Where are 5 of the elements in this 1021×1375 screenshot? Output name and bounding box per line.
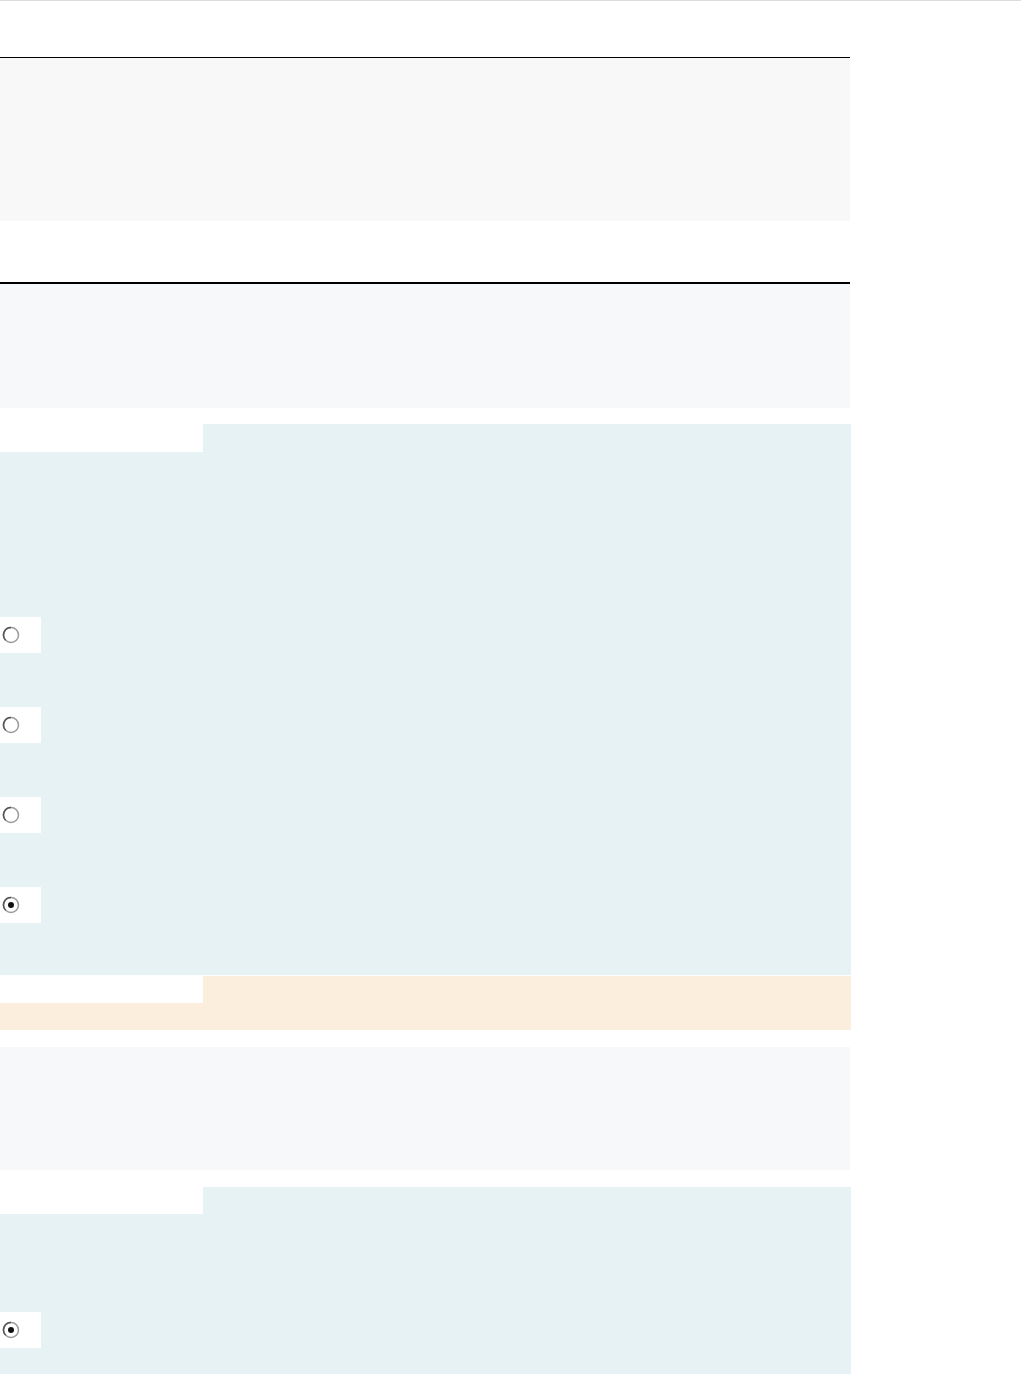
radio-option[interactable] [0,1312,41,1348]
radio-option[interactable] [0,707,41,743]
radio-option[interactable] [0,617,41,653]
radio-option[interactable] [0,887,41,923]
radio-option[interactable] [0,797,41,833]
